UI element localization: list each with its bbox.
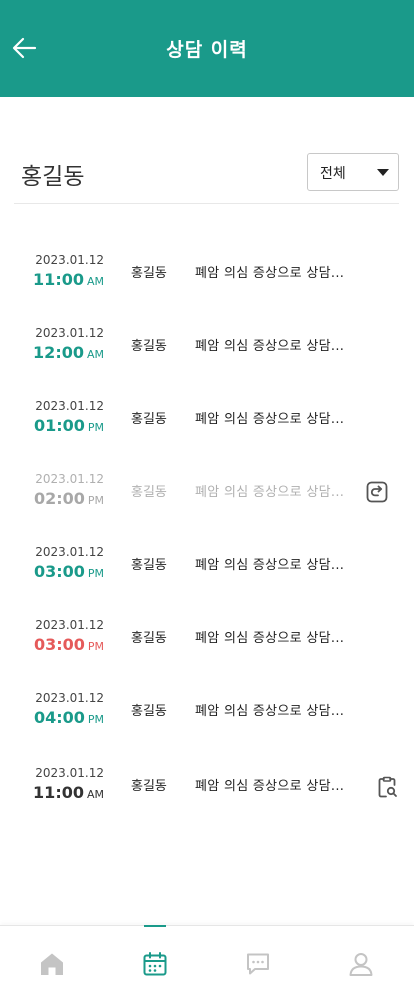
record-patient-name: 홍길동	[131, 779, 167, 794]
record-date: 2023.01.12	[35, 691, 104, 705]
record-description: 폐암 의심 증상으로 상담...	[195, 779, 345, 794]
consultation-row[interactable]: 2023.01.12 11:00 AM 홍길동 폐암 의심 증상으로 상담...	[0, 253, 414, 313]
redo-icon[interactable]	[366, 481, 388, 503]
record-time-ampm: PM	[87, 640, 104, 653]
record-patient-name: 홍길동	[131, 412, 167, 427]
record-time-value: 03:00	[33, 562, 85, 581]
chat-icon	[247, 953, 269, 975]
record-date: 2023.01.12	[35, 253, 104, 267]
calendar-icon	[143, 952, 167, 976]
record-time-ampm: PM	[87, 494, 104, 507]
record-time-value: 02:00	[33, 489, 85, 508]
record-date: 2023.01.12	[35, 399, 104, 413]
record-time-value: 03:00	[33, 635, 85, 654]
nav-profile[interactable]	[309, 926, 412, 999]
record-patient-name: 홍길동	[131, 558, 167, 573]
app-header: 상담 이력	[0, 0, 414, 97]
record-time-value: 04:00	[33, 708, 85, 727]
record-time: 03:00 PM	[0, 635, 104, 654]
record-date: 2023.01.12	[35, 545, 104, 559]
record-time: 02:00 PM	[0, 489, 104, 508]
divider	[14, 203, 399, 204]
record-description: 폐암 의심 증상으로 상담...	[195, 485, 345, 500]
consultation-row[interactable]: 2023.01.12 11:00 AM 홍길동 폐암 의심 증상으로 상담...	[0, 766, 414, 826]
consultation-row[interactable]: 2023.01.12 03:00 PM 홍길동 폐암 의심 증상으로 상담...	[0, 618, 414, 678]
home-icon	[41, 953, 63, 975]
record-time: 03:00 PM	[0, 562, 104, 581]
bottom-navigation	[0, 925, 414, 999]
nav-home[interactable]	[0, 926, 103, 999]
record-patient-name: 홍길동	[131, 704, 167, 719]
record-time: 11:00 AM	[0, 783, 104, 802]
nav-calendar[interactable]	[103, 926, 206, 999]
record-time: 01:00 PM	[0, 416, 104, 435]
profile-icon	[349, 953, 373, 976]
filter-dropdown[interactable]: 전체	[307, 153, 399, 191]
record-time: 12:00 AM	[0, 343, 104, 362]
consultation-row[interactable]: 2023.01.12 04:00 PM 홍길동 폐암 의심 증상으로 상담...	[0, 691, 414, 751]
record-description: 폐암 의심 증상으로 상담...	[195, 412, 345, 427]
consultation-row[interactable]: 2023.01.12 12:00 AM 홍길동 폐암 의심 증상으로 상담...	[0, 326, 414, 386]
clipboard-search-icon[interactable]	[376, 776, 398, 798]
patient-name: 홍길동	[21, 164, 85, 190]
record-date: 2023.01.12	[35, 766, 104, 780]
record-description: 폐암 의심 증상으로 상담...	[195, 558, 345, 573]
record-time-ampm: PM	[87, 567, 104, 580]
record-time-ampm: AM	[86, 275, 104, 288]
record-patient-name: 홍길동	[131, 631, 167, 646]
record-time-ampm: PM	[87, 713, 104, 726]
active-tab-indicator	[144, 925, 166, 927]
nav-chat[interactable]	[206, 926, 309, 999]
consultation-row[interactable]: 2023.01.12 02:00 PM 홍길동 폐암 의심 증상으로 상담...	[0, 472, 414, 532]
record-time-ampm: AM	[86, 348, 104, 361]
consultation-row[interactable]: 2023.01.12 03:00 PM 홍길동 폐암 의심 증상으로 상담...	[0, 545, 414, 605]
record-time-value: 01:00	[33, 416, 85, 435]
record-time-value: 11:00	[33, 783, 84, 802]
consultation-row[interactable]: 2023.01.12 01:00 PM 홍길동 폐암 의심 증상으로 상담...	[0, 399, 414, 459]
record-time-value: 12:00	[33, 343, 84, 362]
record-patient-name: 홍길동	[131, 266, 167, 281]
record-date: 2023.01.12	[35, 618, 104, 632]
record-patient-name: 홍길동	[131, 339, 167, 354]
record-time-value: 11:00	[33, 270, 84, 289]
record-description: 폐암 의심 증상으로 상담...	[195, 704, 345, 719]
record-description: 폐암 의심 증상으로 상담...	[195, 631, 345, 646]
record-description: 폐암 의심 증상으로 상담...	[195, 339, 345, 354]
record-time-ampm: PM	[87, 421, 104, 434]
record-time: 04:00 PM	[0, 708, 104, 727]
page-title: 상담 이력	[166, 39, 248, 61]
record-time-ampm: AM	[86, 788, 104, 801]
record-date: 2023.01.12	[35, 472, 104, 486]
record-patient-name: 홍길동	[131, 485, 167, 500]
record-description: 폐암 의심 증상으로 상담...	[195, 266, 345, 281]
filter-selected-label: 전체	[320, 166, 346, 182]
caret-down-icon	[377, 169, 389, 176]
record-date: 2023.01.12	[35, 326, 104, 340]
record-time: 11:00 AM	[0, 270, 104, 289]
